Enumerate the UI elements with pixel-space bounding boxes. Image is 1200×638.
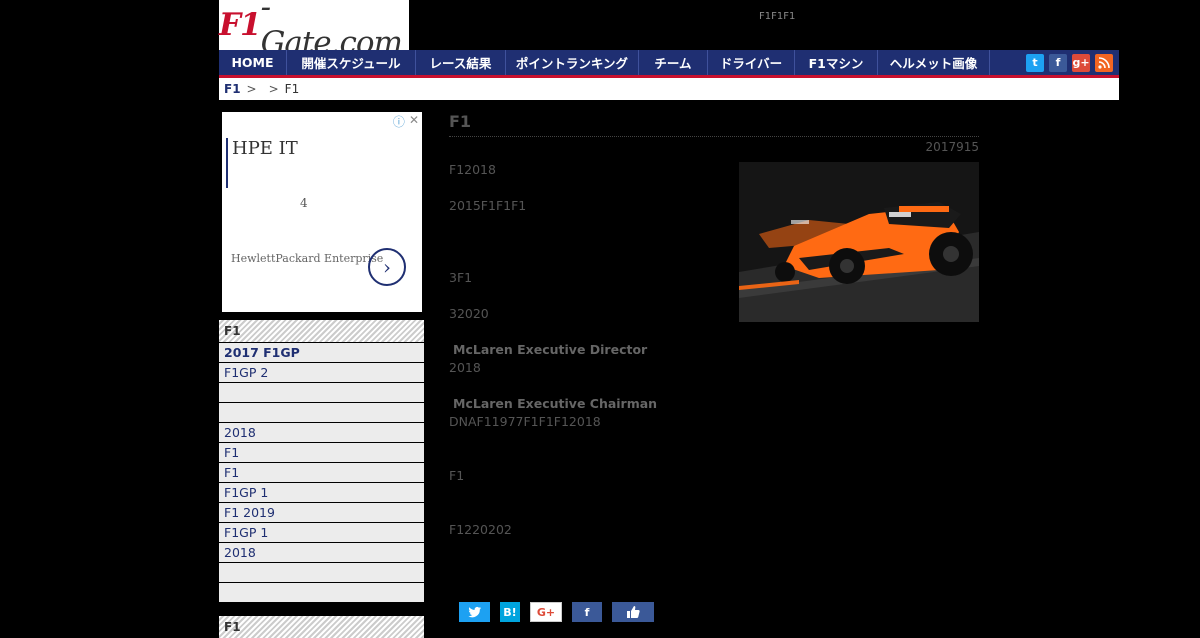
main-nav: HOME 開催スケジュール レース結果 ポイントランキング チーム ドライバー … (219, 50, 1119, 78)
sidebar-heading: F1 (219, 320, 424, 342)
share-twitter-button[interactable] (459, 602, 490, 622)
sidebar-item[interactable]: 2018 (219, 422, 424, 442)
article-paragraph: F1 (449, 468, 465, 483)
ad-next-arrow-icon[interactable]: › (368, 248, 406, 286)
nav-drivers[interactable]: ドライバー (708, 50, 795, 75)
sidebar-item[interactable] (219, 402, 424, 422)
article-subheading-text: McLaren Executive Chairman (453, 396, 658, 411)
nav-f1-machine[interactable]: F1マシン (795, 50, 878, 75)
nav-home[interactable]: HOME (219, 50, 287, 75)
breadcrumb-separator: > (246, 82, 257, 96)
article-subheading: McLaren Executive Director (449, 342, 647, 357)
breadcrumb-separator: > (268, 82, 279, 96)
breadcrumb-current: F1 (284, 82, 300, 96)
ad-brand: HewlettPackard Enterprise (231, 252, 384, 265)
mclaren-car-photo (739, 162, 979, 322)
sidebar-item[interactable]: F1GP 2 (219, 362, 424, 382)
article-subheading-text: McLaren Executive Director (453, 342, 648, 357)
ad-info-icon[interactable]: ⓘ (393, 113, 405, 130)
sidebar-item[interactable] (219, 582, 424, 602)
thumbs-up-icon (627, 606, 640, 618)
article-paragraph: 3F1 (449, 270, 473, 285)
ad-choices[interactable]: ⓘ ✕ (393, 113, 419, 130)
facebook-like-button[interactable] (612, 602, 654, 622)
facebook-icon[interactable]: f (1049, 53, 1067, 72)
article-paragraph: F1220202 (449, 522, 512, 537)
site-header: F1 -Gate.com F1F1F1 (219, 0, 1119, 61)
article-subheading: McLaren Executive Chairman (449, 396, 657, 411)
nav-race-results[interactable]: レース結果 (416, 50, 506, 75)
article-title: F1 (449, 112, 979, 137)
article-photo (739, 162, 979, 322)
ad-number: 4 (300, 196, 308, 210)
article-paragraph: 32020 (449, 306, 489, 321)
header-tagline: F1F1F1 (759, 11, 796, 22)
sidebar-item[interactable]: F1GP 1 (219, 522, 424, 542)
article: F1 2017915 F12018 2015F1F1F1 3F1 32020 M… (449, 112, 979, 537)
sidebar-list: F1 2017 F1GP F1GP 2 2018 F1 F1 F1GP 1 F1… (219, 320, 424, 602)
nav-social-icons: t f g+ (1026, 53, 1119, 72)
ad-close-icon[interactable]: ✕ (409, 113, 419, 130)
nav-helmet-images[interactable]: ヘルメット画像 (878, 50, 990, 75)
twitter-icon[interactable]: t (1026, 53, 1044, 72)
article-paragraph: DNAF11977F1F1F12018 (449, 414, 601, 429)
article-paragraph: F12018 (449, 162, 496, 177)
rss-icon[interactable] (1095, 53, 1113, 72)
share-facebook-button[interactable]: f (572, 602, 602, 622)
sidebar-advertisement[interactable]: ⓘ ✕ HPE IT 4 HewlettPackard Enterprise › (222, 112, 422, 312)
sidebar-item[interactable]: F1 (219, 442, 424, 462)
share-hatena-button[interactable]: B! (500, 602, 520, 622)
site-logo[interactable]: F1 -Gate.com (219, 0, 409, 61)
ad-headline: HPE IT (226, 138, 298, 188)
logo-f1-text: F1 (219, 7, 262, 43)
share-buttons: B! G+ f (459, 602, 654, 622)
sidebar-item[interactable] (219, 562, 424, 582)
sidebar-item[interactable]: F1 2019 (219, 502, 424, 522)
nav-schedule[interactable]: 開催スケジュール (287, 50, 416, 75)
sidebar-item[interactable]: 2018 (219, 542, 424, 562)
article-paragraph: 2015F1F1F1 (449, 198, 527, 213)
googleplus-icon[interactable]: g+ (1072, 53, 1090, 72)
twitter-icon (467, 606, 481, 618)
article-date: 2017915 (925, 140, 979, 154)
sidebar-item[interactable]: F1 (219, 462, 424, 482)
sidebar-heading-2: F1 (219, 616, 424, 638)
nav-points-ranking[interactable]: ポイントランキング (506, 50, 639, 75)
breadcrumb-home[interactable]: F1 (224, 82, 241, 96)
sidebar-item[interactable]: 2017 F1GP (219, 342, 424, 362)
share-googleplus-button[interactable]: G+ (530, 602, 562, 622)
sidebar-item[interactable]: F1GP 1 (219, 482, 424, 502)
breadcrumb: F1 > > F1 (219, 78, 1119, 100)
nav-teams[interactable]: チーム (639, 50, 708, 75)
article-paragraph: 2018 (449, 360, 481, 375)
sidebar-item[interactable] (219, 382, 424, 402)
